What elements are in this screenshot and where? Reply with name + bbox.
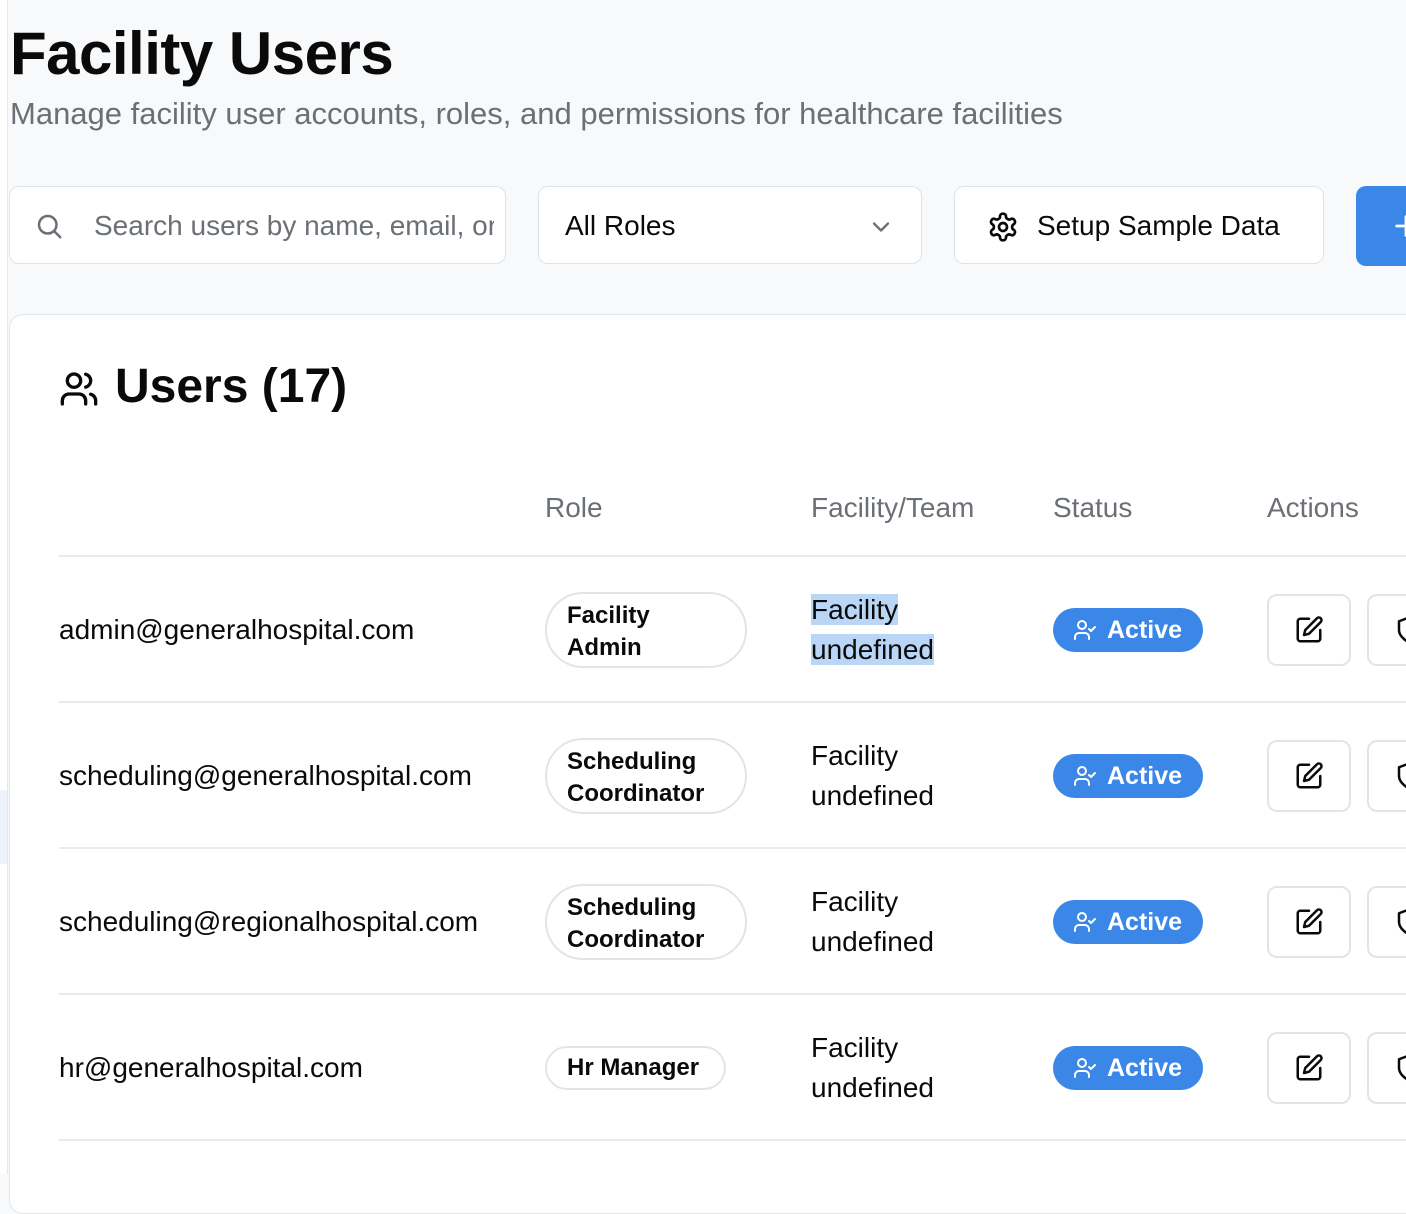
setup-sample-data-button[interactable]: Setup Sample Data — [954, 186, 1324, 264]
permissions-button[interactable] — [1367, 1032, 1406, 1104]
left-sidebar-edge — [0, 0, 8, 1174]
status-label: Active — [1107, 616, 1183, 644]
user-check-icon — [1074, 620, 1096, 640]
user-check-icon — [1074, 1058, 1096, 1078]
edit-user-button[interactable] — [1267, 886, 1351, 958]
edit-icon — [1296, 908, 1323, 935]
facility-team: Facility undefined — [811, 1028, 991, 1108]
table-row[interactable]: admin@generalhospital.com Facility Admin… — [10, 557, 1406, 703]
role-filter-value: All Roles — [565, 210, 676, 241]
user-email: admin@generalhospital.com — [59, 614, 415, 645]
column-header-facility: Facility/Team — [811, 492, 975, 523]
user-check-icon — [1074, 912, 1096, 932]
column-header-role: Role — [545, 492, 603, 523]
status-badge: Active — [1053, 900, 1203, 944]
role-badge: Scheduling Coordinator — [545, 884, 747, 960]
edit-user-button[interactable] — [1267, 1032, 1351, 1104]
search-input[interactable] — [92, 199, 496, 253]
edit-icon — [1296, 616, 1323, 643]
edit-user-button[interactable] — [1267, 594, 1351, 666]
facility-line1: Facility — [811, 740, 899, 771]
user-check-icon — [1074, 766, 1096, 786]
facility-team: Facility undefined — [811, 882, 991, 962]
shield-icon — [1397, 617, 1406, 643]
role-badge-line1: Scheduling — [567, 894, 697, 921]
row-divider — [59, 1139, 1406, 1141]
role-filter-select[interactable]: All Roles — [538, 186, 922, 264]
table-row[interactable]: scheduling@regionalhospital.com Scheduli… — [10, 849, 1406, 995]
chevron-down-icon — [872, 222, 890, 232]
role-badge-line2: Coordinator — [567, 780, 705, 807]
shield-icon — [1397, 763, 1406, 789]
page-title: Facility Users — [10, 20, 394, 87]
setup-sample-data-label: Setup Sample Data — [1037, 210, 1280, 241]
permissions-button[interactable] — [1367, 594, 1406, 666]
users-card: Users (17) Role Facility/Team Status Act… — [9, 314, 1406, 1214]
role-badge-line1: Facility — [567, 602, 650, 629]
role-badge-line1: Hr Manager — [567, 1054, 700, 1081]
role-badge: Facility Admin — [545, 592, 747, 668]
user-email: hr@generalhospital.com — [59, 1052, 363, 1083]
role-badge-line2: Admin — [567, 634, 642, 661]
facility-line1: Facility — [811, 1032, 899, 1063]
permissions-button[interactable] — [1367, 886, 1406, 958]
gear-icon — [989, 212, 1017, 242]
column-header-status: Status — [1053, 492, 1133, 523]
facility-team: Facility undefined — [811, 590, 991, 670]
users-card-title: Users (17) — [115, 360, 348, 413]
edit-user-button[interactable] — [1267, 740, 1351, 812]
column-header-actions: Actions — [1267, 492, 1359, 523]
status-label: Active — [1107, 762, 1183, 790]
facility-line2: undefined — [811, 780, 935, 811]
users-icon — [60, 372, 98, 406]
search-icon — [37, 214, 62, 239]
shield-icon — [1397, 909, 1406, 935]
status-label: Active — [1107, 908, 1183, 936]
role-badge: Scheduling Coordinator — [545, 738, 747, 814]
role-badge: Hr Manager — [545, 1046, 726, 1090]
page-subtitle: Manage facility user accounts, roles, an… — [10, 96, 1063, 131]
role-badge-line1: Scheduling — [567, 748, 697, 775]
facility-line2: undefined — [811, 926, 935, 957]
status-badge: Active — [1053, 1046, 1203, 1090]
facility-line2: undefined — [811, 1072, 935, 1103]
shield-icon — [1397, 1055, 1406, 1081]
facility-team: Facility undefined — [811, 736, 991, 816]
facility-line1: Facility — [811, 886, 899, 917]
user-email: scheduling@regionalhospital.com — [59, 906, 479, 937]
plus-icon — [1395, 215, 1406, 237]
status-badge: Active — [1053, 754, 1203, 798]
edit-icon — [1296, 1054, 1323, 1081]
user-email: scheduling@generalhospital.com — [59, 760, 472, 791]
role-badge-line2: Coordinator — [567, 926, 705, 953]
permissions-button[interactable] — [1367, 740, 1406, 812]
status-label: Active — [1107, 1054, 1183, 1082]
edit-icon — [1296, 762, 1323, 789]
sidebar-highlight — [0, 790, 7, 864]
table-row[interactable]: hr@generalhospital.com Hr Manager Facili… — [10, 995, 1406, 1141]
add-user-button[interactable] — [1356, 186, 1406, 266]
search-box[interactable] — [9, 186, 506, 264]
status-badge: Active — [1053, 608, 1203, 652]
facility-line2: undefined — [811, 634, 935, 665]
table-row[interactable]: scheduling@generalhospital.com Schedulin… — [10, 703, 1406, 849]
facility-line1: Facility — [811, 594, 899, 625]
